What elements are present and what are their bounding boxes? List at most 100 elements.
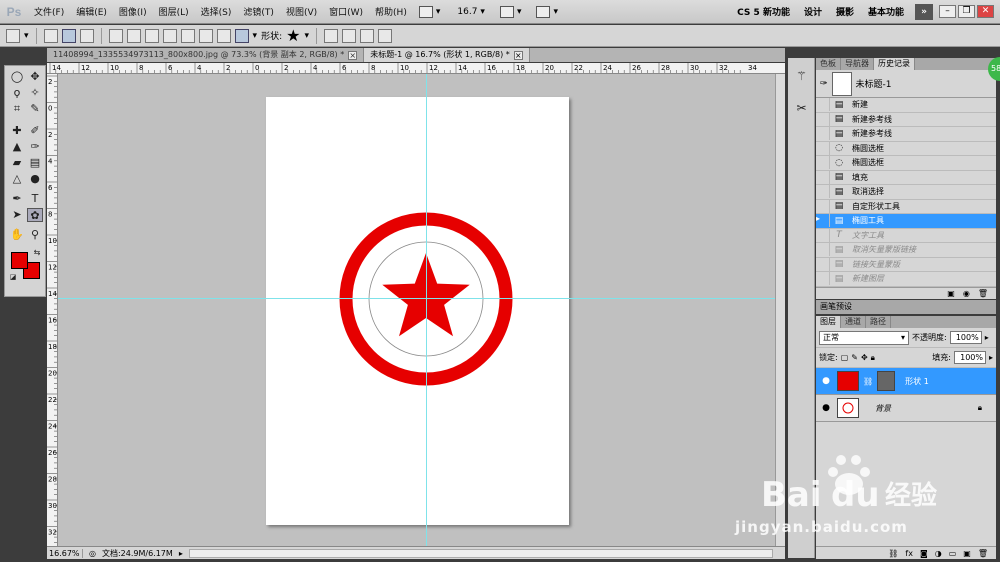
brush-icon[interactable]: ✐ <box>27 124 43 138</box>
play-icon[interactable]: ▸ <box>179 549 183 558</box>
shape-layers-icon[interactable] <box>43 28 58 43</box>
trash-icon[interactable]: 🗑 <box>978 288 988 299</box>
history-checkbox[interactable] <box>816 112 830 126</box>
history-item[interactable]: ▤ 链接矢量蒙版 <box>816 257 996 272</box>
new-document-icon[interactable]: ▣ <box>947 288 955 299</box>
menu-select[interactable]: 选择(S) <box>195 5 238 18</box>
history-checkbox[interactable] <box>816 98 830 112</box>
lock-transparency-icon[interactable]: ▢ <box>841 353 849 362</box>
fx-icon[interactable]: fx <box>905 547 913 559</box>
ruler-left[interactable]: 2 0 2 4 6 8 10 12 14 16 18 20 22 24 26 28 30 32 <box>47 74 58 546</box>
gradient-icon[interactable]: ▤ <box>27 156 43 170</box>
history-checkbox[interactable] <box>816 141 830 155</box>
history-item[interactable]: ▤ 取消矢量蒙版链接 <box>816 243 996 258</box>
menu-layer[interactable]: 图层(L) <box>153 5 195 18</box>
history-checkbox[interactable] <box>816 170 830 184</box>
history-item[interactable]: ▤ 取消选择 <box>816 185 996 200</box>
custom-shape-icon[interactable] <box>234 28 249 43</box>
custom-shape-tool-icon[interactable]: ✿ <box>27 208 43 222</box>
play-icon[interactable]: ▸ <box>989 353 993 362</box>
menu-image[interactable]: 图像(I) <box>113 5 153 18</box>
tab-channels[interactable]: 通道 <box>841 316 866 328</box>
chevron-down-icon[interactable]: ▾ <box>253 31 258 41</box>
brush-presets-panel[interactable]: 画笔预设 <box>816 300 996 314</box>
magic-wand-icon[interactable]: ✧ <box>27 86 43 100</box>
star-shape-icon[interactable]: ★ <box>286 27 300 43</box>
eyedropper-icon[interactable]: ✎ <box>27 102 43 116</box>
zoom-icon[interactable]: ⚲ <box>27 228 43 242</box>
workspace-more-button[interactable]: » <box>915 3 933 20</box>
menu-file[interactable]: 文件(F) <box>28 5 70 18</box>
close-icon[interactable]: ✕ <box>977 5 994 18</box>
tab-paths[interactable]: 路径 <box>866 316 891 328</box>
menu-edit[interactable]: 编辑(E) <box>70 5 113 18</box>
blur-icon[interactable]: △ <box>9 172 25 186</box>
menu-filter[interactable]: 滤镜(T) <box>237 5 280 18</box>
blend-mode-select[interactable]: 正常 ▾ <box>819 330 909 345</box>
vector-mask-thumbnail[interactable] <box>877 371 896 391</box>
mask-icon[interactable]: ◙ <box>920 547 928 559</box>
tab-swatches[interactable]: 色板 <box>816 58 841 70</box>
history-checkbox[interactable] <box>816 127 830 141</box>
exclude-icon[interactable] <box>377 28 392 43</box>
extras-icon[interactable] <box>536 5 551 18</box>
horizontal-scrollbar[interactable] <box>188 548 773 558</box>
history-item[interactable]: ▸ ▤ 椭圆工具 <box>816 214 996 229</box>
foreground-color-swatch[interactable] <box>11 252 28 269</box>
chevron-down-icon[interactable]: ▾ <box>517 7 522 17</box>
link-layers-icon[interactable]: ⛓ <box>888 547 898 559</box>
history-item[interactable]: ▤ 填充 <box>816 170 996 185</box>
fill-input[interactable]: 100% <box>953 351 986 364</box>
fill-pixels-icon[interactable] <box>79 28 94 43</box>
doc-tab-photo[interactable]: 11408994_1335534973113_800x800.jpg @ 73.… <box>47 48 365 62</box>
tab-layers[interactable]: 图层 <box>816 316 841 328</box>
doc-tab-untitled[interactable]: 未标题-1 @ 16.7% (形状 1, RGB/8) * × <box>364 48 530 62</box>
history-item[interactable]: ▤ 新建参考线 <box>816 127 996 142</box>
history-checkbox[interactable] <box>816 228 830 242</box>
ruler-top[interactable]: 14 12 10 8 6 4 2 0 2 4 6 8 10 12 14 16 18 20 22 24 26 28 30 32 3… <box>47 63 785 74</box>
history-checkbox[interactable] <box>816 199 830 213</box>
chevron-down-icon[interactable]: ▾ <box>436 7 441 17</box>
default-colors-icon[interactable]: ◪ <box>5 270 21 284</box>
swap-colors-icon[interactable]: ⇆ <box>29 246 45 260</box>
canvas-area[interactable] <box>58 74 775 546</box>
workspace-cs5[interactable]: CS 5 新功能 <box>730 5 797 18</box>
lock-all-icon[interactable]: 🔒︎ <box>871 353 875 363</box>
move-icon[interactable]: ✥ <box>27 70 43 84</box>
lock-pixels-icon[interactable]: ✎ <box>851 353 858 362</box>
menu-help[interactable]: 帮助(H) <box>369 5 413 18</box>
rectangle-icon[interactable] <box>144 28 159 43</box>
minimize-icon[interactable]: – <box>939 5 956 18</box>
history-checkbox[interactable] <box>816 243 830 257</box>
lock-position-icon[interactable]: ✥ <box>861 353 868 362</box>
workspace-design[interactable]: 设计 <box>797 5 829 18</box>
dodge-icon[interactable]: ● <box>27 172 43 186</box>
ellipse-icon[interactable] <box>180 28 195 43</box>
play-icon[interactable]: ▸ <box>985 333 989 342</box>
history-brush-source-icon[interactable]: ✑ <box>820 79 828 89</box>
tool-preset-icon[interactable] <box>6 28 20 43</box>
pen-tool-icon[interactable]: ✒ <box>9 192 25 206</box>
pen-icon[interactable] <box>108 28 123 43</box>
history-checkbox[interactable] <box>816 156 830 170</box>
tools-icon[interactable]: ✂ <box>793 100 810 117</box>
menu-window[interactable]: 窗口(W) <box>323 5 369 18</box>
path-select-icon[interactable]: ➤ <box>9 208 25 222</box>
history-item[interactable]: ▤ 自定形状工具 <box>816 199 996 214</box>
status-info-icon[interactable]: ◎ <box>89 549 96 558</box>
artboard[interactable] <box>266 97 569 525</box>
hand-icon[interactable]: ✋ <box>9 228 25 242</box>
polygon-icon[interactable] <box>198 28 213 43</box>
clone-stamp-icon[interactable]: ▲ <box>9 140 25 154</box>
history-item[interactable]: ▤ 新建 <box>816 98 996 113</box>
rounded-rect-icon[interactable] <box>162 28 177 43</box>
eraser-icon[interactable]: ▰ <box>9 156 25 170</box>
history-item[interactable]: ▤ 新建图层 <box>816 272 996 287</box>
link-icon[interactable]: ⛓ <box>863 377 873 386</box>
crop-icon[interactable]: ⌗ <box>9 102 25 116</box>
close-icon[interactable]: × <box>513 50 523 60</box>
freeform-pen-icon[interactable] <box>126 28 141 43</box>
arrange-icon[interactable] <box>499 5 514 18</box>
history-checkbox[interactable] <box>816 257 830 271</box>
history-brush-icon[interactable]: ✑ <box>27 140 43 154</box>
